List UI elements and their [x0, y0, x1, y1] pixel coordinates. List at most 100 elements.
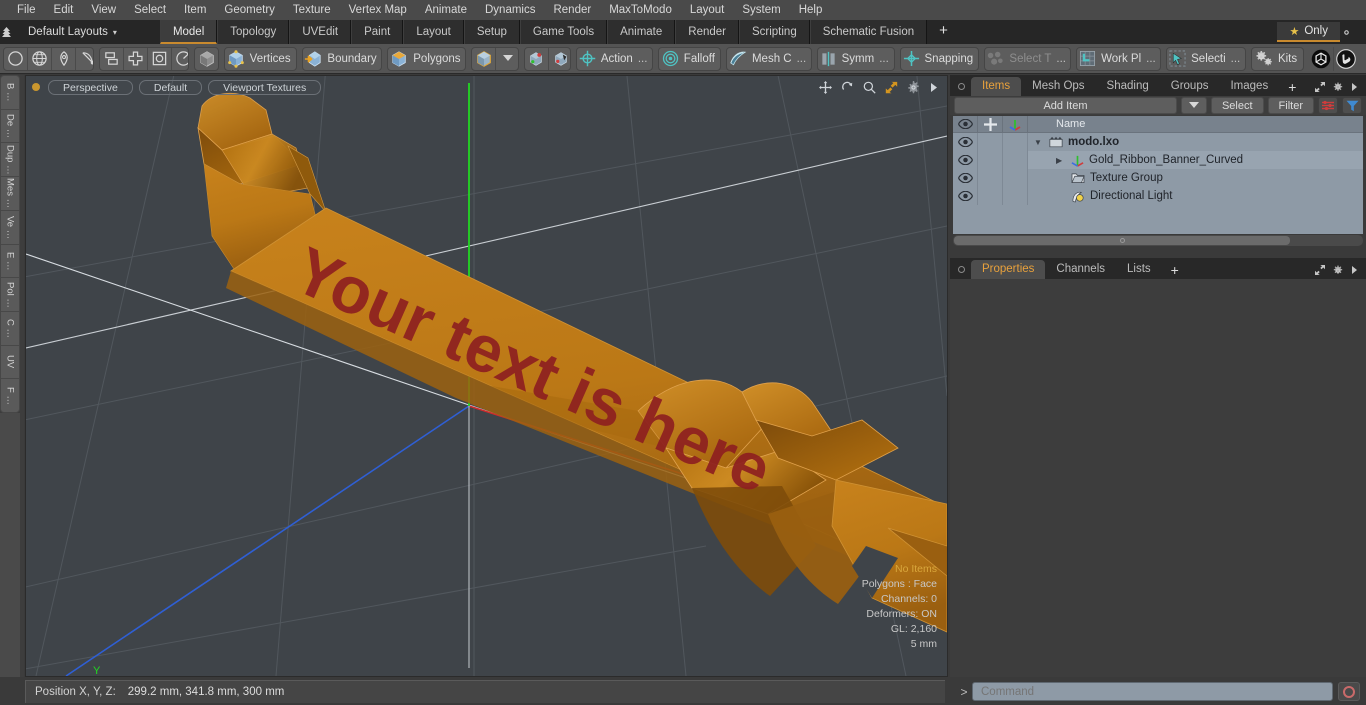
left-tab-2[interactable]: Dup …	[1, 143, 19, 178]
menu-item-help[interactable]: Help	[790, 0, 832, 20]
items-list-row[interactable]: Texture Group	[953, 169, 1363, 187]
add-item-dropdown-icon[interactable]	[1180, 97, 1207, 114]
viewport-more-icon[interactable]	[929, 82, 939, 93]
menu-item-edit[interactable]: Edit	[45, 0, 83, 20]
layout-tab-uvedit[interactable]: UVEdit	[289, 20, 352, 44]
properties-more-icon[interactable]	[1350, 265, 1359, 275]
toolbar-button-vertices[interactable]: Vertices	[225, 48, 296, 70]
panel-more-icon[interactable]	[1350, 82, 1359, 92]
row-twirl-icon[interactable]: ▼	[1034, 138, 1044, 147]
properties-tab-lists[interactable]: Lists	[1116, 260, 1162, 279]
left-tab-5[interactable]: E …	[1, 245, 19, 279]
panel-tab-images[interactable]: Images	[1219, 77, 1279, 96]
menu-item-geometry[interactable]: Geometry	[215, 0, 284, 20]
add-panel-tab-button[interactable]: +	[1279, 79, 1305, 96]
toolbar-button-pen[interactable]	[52, 47, 76, 70]
items-list-row[interactable]: ▼ modo.lxo	[953, 133, 1363, 151]
select-button[interactable]: Select	[1210, 97, 1264, 114]
menu-item-animate[interactable]: Animate	[416, 0, 476, 20]
left-tab-9[interactable]: F …	[1, 379, 19, 412]
toolbar-button-unreal[interactable]	[1334, 47, 1358, 71]
layout-name-label[interactable]: Default Layouts	[22, 26, 108, 38]
layout-tab-model[interactable]: Model	[159, 20, 218, 44]
toolbar-button-action[interactable]: Action...	[577, 48, 652, 70]
layout-tab-render[interactable]: Render	[675, 20, 739, 44]
row-name-cell[interactable]: ▶ Gold_Ribbon_Banner_Curved	[1028, 151, 1363, 169]
toolbar-button-cube-blue[interactable]	[549, 48, 570, 70]
layout-tab-paint[interactable]: Paint	[351, 20, 404, 44]
layout-tab-scripting[interactable]: Scripting	[738, 20, 810, 44]
toolbar-button-kits[interactable]: Kits	[1252, 48, 1303, 70]
properties-menu-dot-icon[interactable]	[958, 266, 965, 273]
menu-item-texture[interactable]: Texture	[284, 0, 340, 20]
row-add-cell[interactable]	[978, 169, 1003, 187]
layout-gear-icon[interactable]	[1340, 26, 1366, 39]
only-toggle-button[interactable]: ★ Only	[1277, 22, 1340, 42]
row-axis-cell[interactable]	[1003, 151, 1028, 169]
layout-caret-icon[interactable]: ▾	[113, 28, 117, 37]
properties-maximize-icon[interactable]	[1314, 264, 1326, 276]
filter-funnel-icon[interactable]	[1342, 97, 1362, 114]
panel-gear-icon[interactable]	[1332, 81, 1344, 93]
row-visibility-eye-icon[interactable]	[953, 169, 978, 187]
viewport-menu-dot-icon[interactable]	[32, 83, 40, 91]
list-options-icon[interactable]	[1318, 97, 1338, 114]
row-axis-cell[interactable]	[1003, 169, 1028, 187]
filter-button[interactable]: Filter	[1267, 97, 1314, 114]
row-axis-cell[interactable]	[1003, 133, 1028, 151]
toolbar-button-cube-gold[interactable]	[472, 47, 497, 70]
zoom-icon[interactable]	[863, 81, 876, 94]
add-properties-tab-button[interactable]: +	[1162, 262, 1188, 279]
toolbar-button-globe[interactable]	[28, 47, 52, 70]
menu-item-layout[interactable]: Layout	[681, 0, 734, 20]
left-tab-0[interactable]: B …	[1, 76, 19, 110]
left-tab-6[interactable]: Pol …	[1, 278, 19, 312]
toolbar-button-cube-grey[interactable]	[195, 48, 217, 70]
row-name-cell[interactable]: ▼ modo.lxo	[1028, 133, 1363, 151]
items-list-row[interactable]: Directional Light	[953, 187, 1363, 205]
toolbar-button-snapping[interactable]: Snapping	[901, 48, 978, 70]
left-tab-1[interactable]: De …	[1, 110, 19, 144]
layout-tab-game-tools[interactable]: Game Tools	[519, 20, 608, 44]
panel-tab-groups[interactable]: Groups	[1160, 77, 1220, 96]
layout-tab-layout[interactable]: Layout	[403, 20, 464, 44]
layout-tab-setup[interactable]: Setup	[463, 20, 520, 44]
menu-item-select[interactable]: Select	[125, 0, 175, 20]
toolbar-button-mesh-c[interactable]: Mesh C...	[727, 48, 810, 70]
menu-item-view[interactable]: View	[82, 0, 125, 20]
toolbar-button-selecti[interactable]: Selecti...	[1167, 48, 1245, 70]
toolbar-button-align[interactable]	[100, 47, 124, 70]
add-layout-tab-button[interactable]: +	[927, 20, 960, 44]
properties-tab-channels[interactable]: Channels	[1045, 260, 1116, 279]
toolbar-button-work-pl[interactable]: Work Pl...	[1077, 48, 1160, 70]
panel-tab-shading[interactable]: Shading	[1096, 77, 1160, 96]
menu-item-system[interactable]: System	[733, 0, 789, 20]
layout-tab-animate[interactable]: Animate	[607, 20, 676, 44]
viewport-gear-icon[interactable]	[907, 80, 920, 94]
left-tab-4[interactable]: Ve …	[1, 211, 19, 245]
items-list[interactable]: Name ▼ modo.lxo ▶ Gold_Ribbon_Banner_Curved…	[953, 116, 1363, 234]
row-visibility-eye-icon[interactable]	[953, 151, 978, 169]
row-add-cell[interactable]	[978, 151, 1003, 169]
toolbar-button-cube-red[interactable]	[525, 47, 549, 70]
menu-item-file[interactable]: File	[8, 0, 45, 20]
row-add-cell[interactable]	[978, 133, 1003, 151]
layout-tab-schematic-fusion[interactable]: Schematic Fusion	[809, 20, 928, 44]
command-input[interactable]	[972, 682, 1333, 701]
row-axis-cell[interactable]	[1003, 187, 1028, 205]
toolbar-button-curve[interactable]	[76, 48, 93, 70]
panel-maximize-icon[interactable]	[1314, 81, 1326, 93]
left-tab-7[interactable]: C …	[1, 312, 19, 346]
toolbar-button-falloff[interactable]: Falloff	[659, 48, 720, 70]
rotate-view-icon[interactable]	[841, 81, 854, 94]
scrollbar-thumb[interactable]	[954, 236, 1291, 245]
viewport-textures-button[interactable]: Viewport Textures	[208, 79, 322, 95]
toolbar-button-boundary[interactable]: Boundary	[303, 48, 382, 70]
toolbar-button-unity[interactable]	[1309, 46, 1334, 71]
row-visibility-eye-icon[interactable]	[953, 133, 978, 151]
row-name-cell[interactable]: Directional Light	[1028, 187, 1363, 205]
3d-viewport[interactable]: Your text is here Y X Z Perspective Defa…	[25, 75, 948, 677]
row-add-cell[interactable]	[978, 187, 1003, 205]
pan-icon[interactable]	[819, 80, 832, 94]
menu-item-maxtomodo[interactable]: MaxToModo	[600, 0, 681, 20]
